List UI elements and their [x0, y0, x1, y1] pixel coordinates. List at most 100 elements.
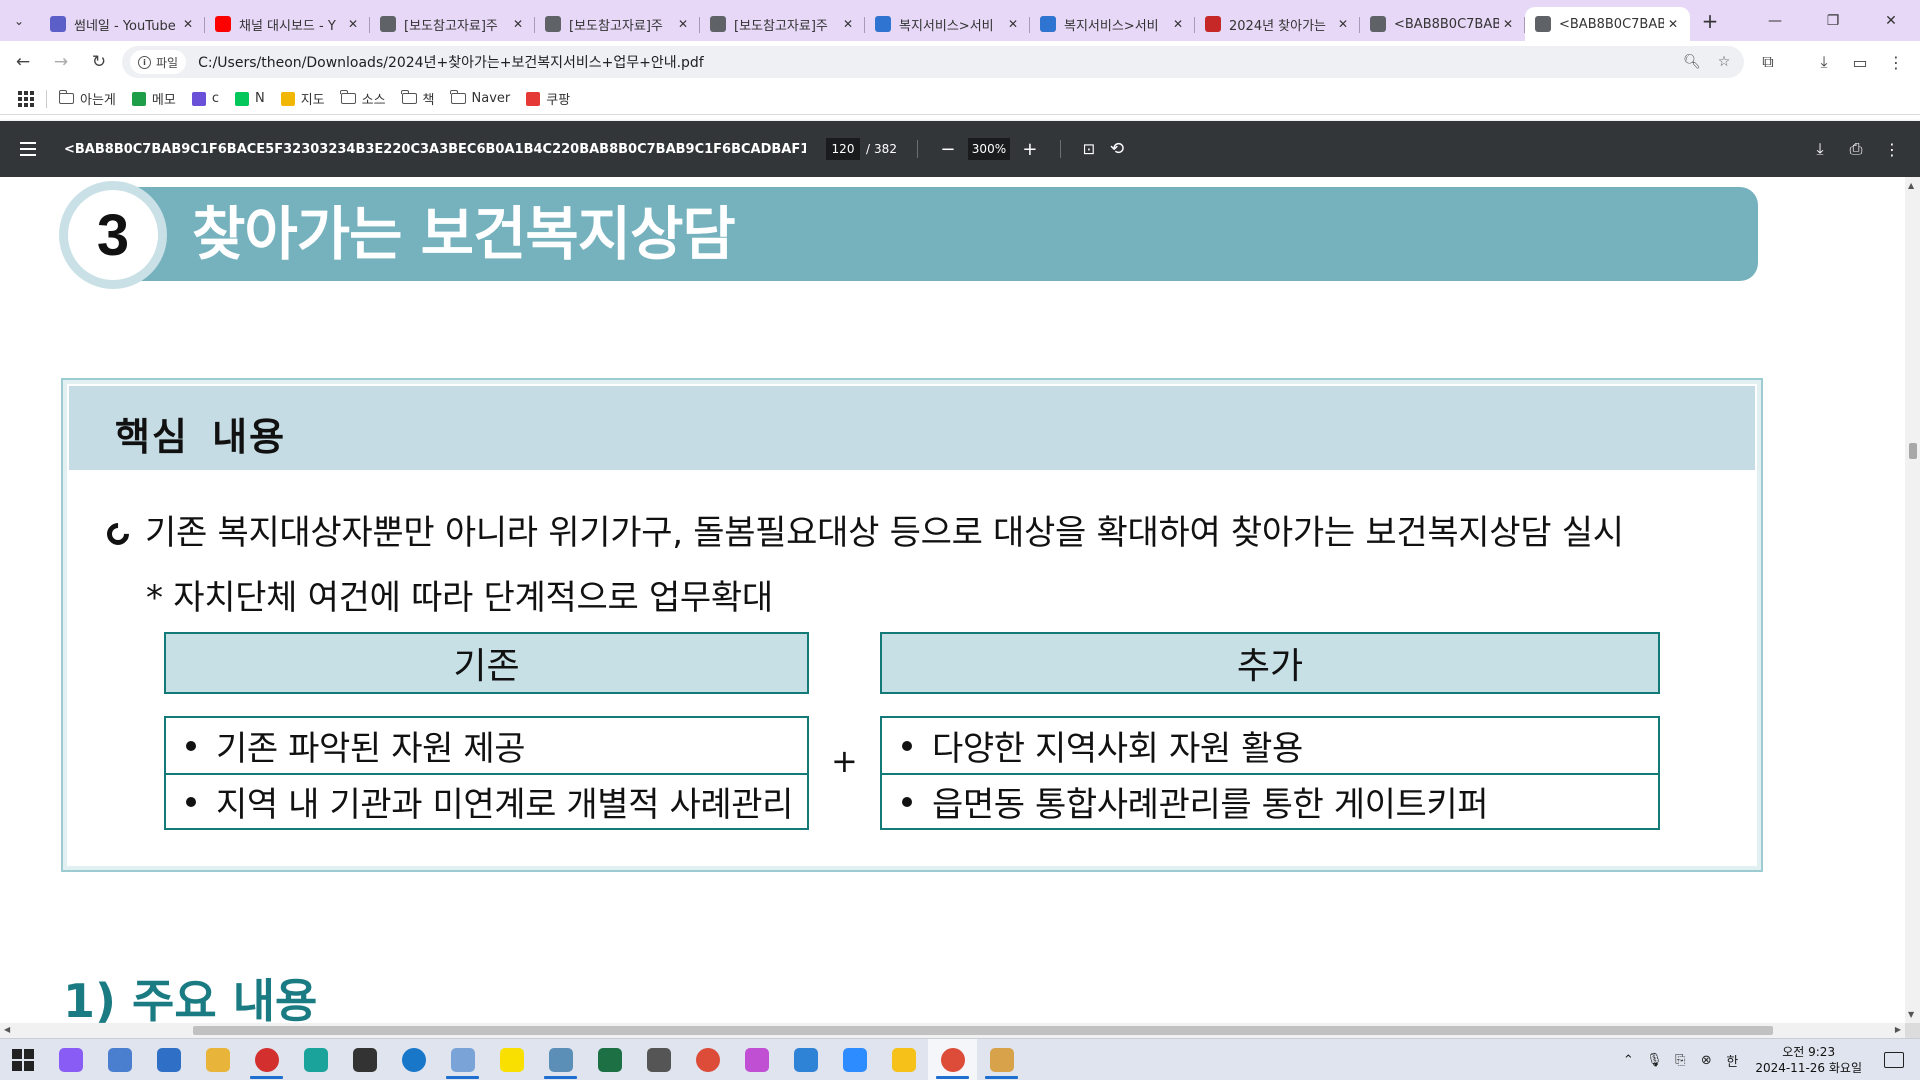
bookmark-star-button[interactable]: ☆: [1712, 50, 1736, 74]
tab-close-icon[interactable]: ✕: [839, 15, 857, 33]
scroll-right-arrow-icon[interactable]: ▶: [1895, 1025, 1901, 1034]
taskbar-app-button[interactable]: [732, 1039, 781, 1080]
taskbar-app-button[interactable]: [781, 1039, 830, 1080]
record-icon: [254, 1047, 279, 1072]
browser-tab[interactable]: 채널 대시보드 - Y ✕: [205, 7, 370, 41]
bookmark-item[interactable]: 쿠팡: [526, 89, 570, 108]
bookmark-item[interactable]: c: [191, 91, 219, 106]
browser-tab[interactable]: 복지서비스>서비 ✕: [865, 7, 1030, 41]
taskbar-app-button[interactable]: [340, 1039, 389, 1080]
forward-button[interactable]: →: [44, 45, 78, 79]
taskbar-app-button[interactable]: [683, 1039, 732, 1080]
site-info-chip[interactable]: i 파일: [130, 50, 187, 74]
scroll-left-arrow-icon[interactable]: ◀: [4, 1025, 10, 1034]
tab-close-icon[interactable]: ✕: [1004, 15, 1022, 33]
pdf-download-button[interactable]: ⤓: [1806, 135, 1834, 163]
taskbar-app-button[interactable]: [95, 1039, 144, 1080]
zoom-indicator-button[interactable]: 🔍︎: [1680, 50, 1704, 74]
bookmark-item[interactable]: Naver: [450, 90, 510, 106]
pdf-sidebar-menu-icon[interactable]: [20, 142, 44, 156]
taskbar-app-button[interactable]: [242, 1039, 291, 1080]
zoom-out-button[interactable]: −: [934, 135, 962, 163]
new-tab-button[interactable]: +: [1694, 5, 1726, 37]
back-button[interactable]: ←: [6, 45, 40, 79]
profile-button[interactable]: ▭: [1842, 45, 1878, 79]
close-window-button[interactable]: ✕: [1862, 0, 1920, 41]
start-button[interactable]: [0, 1039, 46, 1080]
taskbar-app-button[interactable]: [46, 1039, 95, 1080]
microphone-icon[interactable]: 🎙︎: [1641, 1039, 1667, 1080]
tab-search-button[interactable]: ⌄: [4, 7, 34, 35]
browser-tab[interactable]: 2024년 찾아가는 ✕: [1195, 7, 1360, 41]
bookmark-item[interactable]: 지도: [280, 89, 325, 108]
scroll-down-arrow-icon[interactable]: ▼: [1908, 1010, 1914, 1019]
key-content-heading: 핵심 내용: [115, 415, 287, 459]
browser-tab[interactable]: 복지서비스>서비 ✕: [1030, 7, 1195, 41]
tab-close-icon[interactable]: ✕: [1169, 15, 1187, 33]
downloads-button[interactable]: ⤓: [1806, 45, 1842, 79]
url-text[interactable]: C:/Users/theon/Downloads/2024년+찾아가는+보건복지…: [198, 52, 704, 72]
fit-page-button[interactable]: ⊡: [1075, 135, 1103, 163]
tab-close-icon[interactable]: ✕: [344, 15, 362, 33]
browser-tab[interactable]: <BAB8B0C7BAB9 ✕: [1525, 7, 1690, 41]
tab-close-icon[interactable]: ✕: [509, 15, 527, 33]
ime-indicator[interactable]: 한: [1719, 1039, 1745, 1080]
taskbar-app-button[interactable]: [389, 1039, 438, 1080]
vertical-scroll-thumb[interactable]: [1909, 443, 1917, 459]
tab-close-icon[interactable]: ✕: [674, 15, 692, 33]
vertical-scrollbar[interactable]: ▲ ▼: [1905, 177, 1920, 1023]
extensions-button[interactable]: ⧉: [1750, 45, 1786, 79]
chrome-menu-button[interactable]: ⋮: [1878, 45, 1914, 79]
taskbar-app-button[interactable]: [193, 1039, 242, 1080]
browser-tab[interactable]: [보도참고자료]주 ✕: [535, 7, 700, 41]
apps-grid-icon[interactable]: [18, 90, 34, 107]
scroll-up-arrow-icon[interactable]: ▲: [1908, 181, 1914, 190]
edge-beta-icon: [303, 1047, 328, 1072]
rotate-button[interactable]: ⟲: [1103, 135, 1131, 163]
calculator-icon: [646, 1047, 671, 1072]
zoom-in-button[interactable]: +: [1016, 135, 1044, 163]
volume-muted-icon[interactable]: ⊗: [1693, 1039, 1719, 1080]
reload-button[interactable]: ↻: [82, 45, 116, 79]
network-icon[interactable]: ⎘: [1667, 1039, 1693, 1080]
horizontal-scroll-thumb[interactable]: [193, 1026, 1773, 1035]
taskbar-clock[interactable]: 오전 9:23 2024-11-26 화요일: [1755, 1044, 1862, 1076]
bookmark-item[interactable]: 책: [401, 89, 435, 108]
browser-tab[interactable]: [보도참고자료]주 ✕: [370, 7, 535, 41]
taskbar-app-button[interactable]: [585, 1039, 634, 1080]
bookmark-item[interactable]: 아는게: [58, 89, 116, 108]
taskbar-app-button[interactable]: [144, 1039, 193, 1080]
tab-close-icon[interactable]: ✕: [1499, 15, 1517, 33]
taskbar-app-button[interactable]: [487, 1039, 536, 1080]
taskbar-app-button[interactable]: [536, 1039, 585, 1080]
zoom-level-input[interactable]: 300%: [967, 138, 1010, 160]
tab-close-icon[interactable]: ✕: [1664, 15, 1682, 33]
pdf-page-view[interactable]: 3 찾아가는 보건복지상담 핵심 내용 기존 복지대상자뿐만 아니라 위기가구,…: [0, 177, 1905, 1023]
taskbar-app-button[interactable]: [977, 1039, 1026, 1080]
address-bar[interactable]: i 파일 C:/Users/theon/Downloads/2024년+찾아가는…: [122, 46, 1744, 78]
browser-tab[interactable]: <BAB8B0C7BAB9 ✕: [1360, 7, 1525, 41]
tab-close-icon[interactable]: ✕: [1334, 15, 1352, 33]
tray-overflow-chevron-icon[interactable]: ⌃: [1615, 1039, 1641, 1080]
taskbar-app-button[interactable]: [928, 1038, 977, 1080]
browser-tab[interactable]: 썸네일 - YouTube ✕: [40, 7, 205, 41]
taskbar-app-button[interactable]: [438, 1039, 487, 1080]
taskbar-app-button[interactable]: [634, 1039, 683, 1080]
taskbar-app-button[interactable]: [830, 1039, 879, 1080]
minimize-button[interactable]: —: [1746, 0, 1804, 41]
pdf-print-button[interactable]: ⎙: [1842, 135, 1870, 163]
pdf-more-button[interactable]: ⋮: [1878, 135, 1906, 163]
taskbar-app-button[interactable]: [291, 1039, 340, 1080]
taskbar-app-button[interactable]: [879, 1039, 928, 1080]
browser-tab[interactable]: [보도참고자료]주 ✕: [700, 7, 865, 41]
restore-button[interactable]: ❐: [1804, 0, 1862, 41]
page-number-input[interactable]: 120: [826, 138, 860, 160]
bookmark-item[interactable]: 메모: [131, 89, 176, 108]
notification-icon[interactable]: [1884, 1052, 1904, 1068]
horizontal-scrollbar[interactable]: ◀ ▶: [0, 1023, 1905, 1038]
bookmark-item[interactable]: 소스: [340, 89, 386, 108]
store-icon: [793, 1047, 818, 1072]
clock-date: 2024-11-26 화요일: [1755, 1061, 1862, 1075]
tab-close-icon[interactable]: ✕: [179, 15, 197, 33]
bookmark-item[interactable]: N: [234, 91, 265, 106]
